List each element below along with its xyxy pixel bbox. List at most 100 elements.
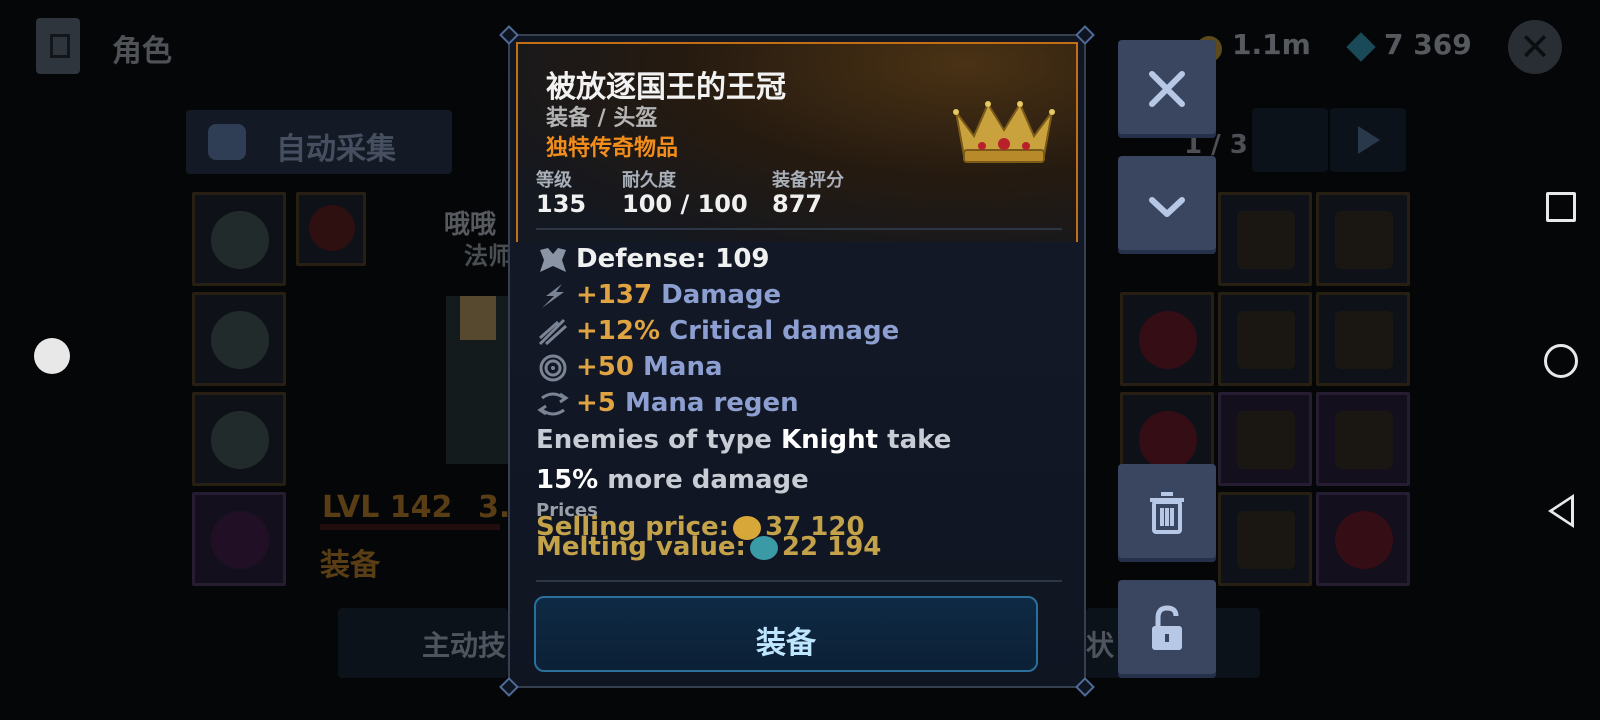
equip-button[interactable]: 装备	[534, 596, 1038, 672]
slot-item	[1237, 311, 1295, 369]
recent-apps-button[interactable]	[1546, 192, 1576, 222]
armor-icon	[540, 247, 566, 272]
equip-slot-weapon[interactable]	[192, 492, 286, 586]
stat-score-label: 装备评分	[772, 170, 844, 191]
divider	[536, 228, 1062, 230]
close-icon	[1149, 71, 1185, 107]
bonus-line: +12% Critical damage	[536, 316, 899, 346]
essence-icon	[749, 535, 778, 560]
inventory-slot[interactable]	[1120, 292, 1214, 386]
melting-value-label: Melting value:	[536, 532, 746, 562]
back-button[interactable]	[1548, 494, 1574, 528]
equip-button-label: 装备	[756, 626, 816, 661]
bonus-value: +5	[576, 388, 616, 418]
slot-item	[1237, 211, 1295, 269]
hero-level: LVL 142	[322, 490, 453, 525]
divider	[536, 580, 1062, 582]
slot-item	[1335, 411, 1393, 469]
bonus-value: +137	[576, 280, 653, 310]
home-button[interactable]	[1544, 344, 1578, 378]
bonus-label: Mana	[643, 352, 723, 382]
stat-durability-value: 100 / 100	[622, 190, 748, 218]
hero-class: 法师	[464, 242, 512, 270]
hero-stat-value: 3.	[478, 490, 511, 525]
bonus-line: +5 Mana regen	[536, 388, 799, 418]
page-title: 角色	[112, 34, 172, 69]
effect-suffix: more damage	[598, 465, 809, 495]
active-skills-button[interactable]: 主动技	[338, 608, 508, 678]
stat-durability-label: 耐久度	[622, 170, 676, 191]
effect-prefix: Enemies of type	[536, 425, 781, 455]
item-special-effect: Enemies of type Knight take 15% more dam…	[536, 420, 1006, 500]
bonus-label: Critical damage	[669, 316, 900, 346]
hero-sprite	[446, 296, 508, 464]
melting-value-value: 22 194	[781, 532, 882, 562]
mana-icon	[539, 354, 567, 381]
character-menu-icon[interactable]	[36, 18, 80, 74]
lock-button[interactable]	[1118, 580, 1216, 678]
experience-bar	[320, 524, 500, 530]
gold-amount: 1.1m	[1232, 28, 1311, 61]
inventory-slot[interactable]	[1218, 492, 1312, 586]
effect-enemy-type: Knight	[780, 425, 879, 455]
equip-slot-armor[interactable]	[192, 292, 286, 386]
trash-icon	[1150, 492, 1184, 534]
bonus-value: +50	[576, 352, 634, 382]
slot-item	[1139, 411, 1197, 469]
bonus-label: Mana regen	[624, 388, 799, 418]
inventory-slot[interactable]	[1218, 192, 1312, 286]
delete-button[interactable]	[1118, 464, 1216, 562]
effect-middle: take	[878, 425, 952, 455]
equip-slot-gloves[interactable]	[192, 392, 286, 486]
slot-item	[211, 311, 269, 369]
equip-slot-helmet[interactable]	[192, 192, 286, 286]
unlock-icon	[1152, 605, 1182, 650]
chevron-down-icon	[1149, 197, 1185, 217]
inventory-slot[interactable]	[1218, 292, 1312, 386]
defense-line: Defense: 109	[536, 244, 770, 274]
slot-item	[1335, 311, 1393, 369]
bonus-line: +50 Mana	[536, 352, 723, 382]
bonus-value: +12%	[576, 316, 661, 346]
auto-collect-icon	[208, 124, 246, 160]
crown-icon	[953, 101, 1055, 163]
equip-slot-amulet[interactable]	[296, 192, 366, 266]
inventory-slot[interactable]	[1218, 392, 1312, 486]
bonus-label: Damage	[661, 280, 782, 310]
inventory-prev-button[interactable]	[1252, 108, 1328, 172]
item-type: 装备 / 头盔	[546, 106, 658, 131]
inventory-next-button[interactable]	[1330, 108, 1406, 172]
stat-level-label: 等级	[536, 170, 572, 191]
melting-value-row: Melting value: 22 194	[536, 532, 881, 562]
inventory-slot[interactable]	[1316, 492, 1410, 586]
stat-score-value: 877	[772, 190, 823, 218]
auto-collect-button[interactable]: 自动采集	[186, 110, 452, 174]
screen-close-button[interactable]: ✕	[1508, 20, 1562, 74]
damage-icon	[542, 283, 564, 308]
close-button[interactable]	[1118, 40, 1216, 138]
floating-assist-button[interactable]	[34, 338, 70, 374]
inventory-slot[interactable]	[1316, 292, 1410, 386]
effect-percent: 15%	[536, 465, 599, 495]
slot-item	[211, 511, 269, 569]
slot-item	[1139, 311, 1197, 369]
item-detail-panel: 被放逐国王的王冠 装备 / 头盔 独特传奇物品 等级 135 耐久度 100 /…	[499, 25, 1095, 697]
inventory-slot[interactable]	[1316, 192, 1410, 286]
collapse-button[interactable]	[1118, 156, 1216, 254]
gem-icon	[1346, 32, 1376, 62]
gem-amount: 7 369	[1384, 28, 1472, 61]
slot-item	[1335, 211, 1393, 269]
critical-damage-icon	[538, 318, 568, 345]
item-rarity: 独特传奇物品	[546, 136, 679, 161]
inventory-slot[interactable]	[1316, 392, 1410, 486]
defense-text: Defense: 109	[576, 244, 770, 274]
slot-item	[1335, 511, 1393, 569]
stat-level-value: 135	[536, 190, 587, 218]
bonus-line: +137 Damage	[536, 280, 781, 310]
tab-equipment[interactable]: 装备	[320, 540, 380, 584]
slot-item	[211, 411, 269, 469]
mana-regen-icon	[537, 392, 569, 415]
slot-item	[309, 205, 355, 251]
auto-collect-label: 自动采集	[276, 132, 396, 167]
slot-item	[1237, 411, 1295, 469]
